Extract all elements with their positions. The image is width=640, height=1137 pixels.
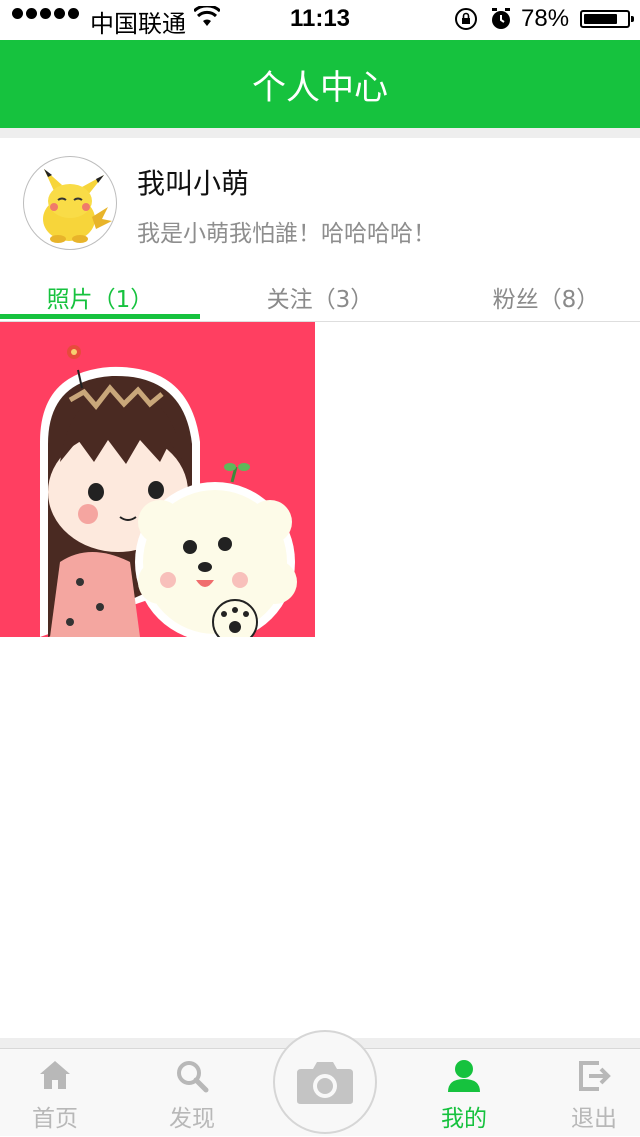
status-bar: 中国联通 11:13 78% xyxy=(0,0,640,40)
home-icon xyxy=(0,1059,110,1093)
tabbar-discover[interactable]: 发现 xyxy=(137,1049,247,1137)
logout-icon xyxy=(539,1059,640,1093)
tabbar-logout-label: 退出 xyxy=(571,1106,617,1132)
profile-tabs: 照片（1） 关注（3） 粉丝（8） xyxy=(0,266,640,322)
tabbar-logout[interactable]: 退出 xyxy=(539,1049,640,1137)
girl-with-puppy-illustration-icon xyxy=(0,322,315,637)
tab-followers[interactable]: 粉丝（8） xyxy=(440,280,640,314)
search-icon xyxy=(137,1059,247,1093)
header-divider xyxy=(0,128,640,138)
header-bar: 个人中心 xyxy=(0,40,640,128)
tabbar-mine[interactable]: 我的 xyxy=(409,1049,519,1137)
tab-photos[interactable]: 照片（1） xyxy=(0,280,200,314)
profile-card: 我叫小萌 我是小萌我怕誰！哈哈哈哈！ xyxy=(0,138,640,266)
page-title: 个人中心 xyxy=(252,67,388,108)
camera-button[interactable] xyxy=(273,1030,377,1134)
rotation-lock-icon xyxy=(454,7,478,36)
alarm-icon xyxy=(490,7,512,36)
tabbar-home-label: 首页 xyxy=(32,1106,78,1132)
tabbar-home[interactable]: 首页 xyxy=(0,1049,110,1137)
profile-name: 我叫小萌 xyxy=(137,167,250,200)
photo-item[interactable] xyxy=(0,322,315,637)
tabbar-mine-label: 我的 xyxy=(441,1106,487,1132)
camera-icon xyxy=(297,1062,353,1104)
tabbar-discover-label: 发现 xyxy=(169,1106,215,1132)
profile-bio: 我是小萌我怕誰！哈哈哈哈！ xyxy=(137,221,436,247)
battery-percent: 78% xyxy=(521,5,570,32)
tab-following[interactable]: 关注（3） xyxy=(220,280,420,314)
pikachu-avatar-icon xyxy=(43,169,112,243)
active-tab-indicator xyxy=(0,314,200,319)
user-icon xyxy=(409,1059,519,1093)
battery-icon xyxy=(580,10,634,28)
photo-grid xyxy=(0,322,640,1042)
avatar[interactable] xyxy=(23,156,117,250)
